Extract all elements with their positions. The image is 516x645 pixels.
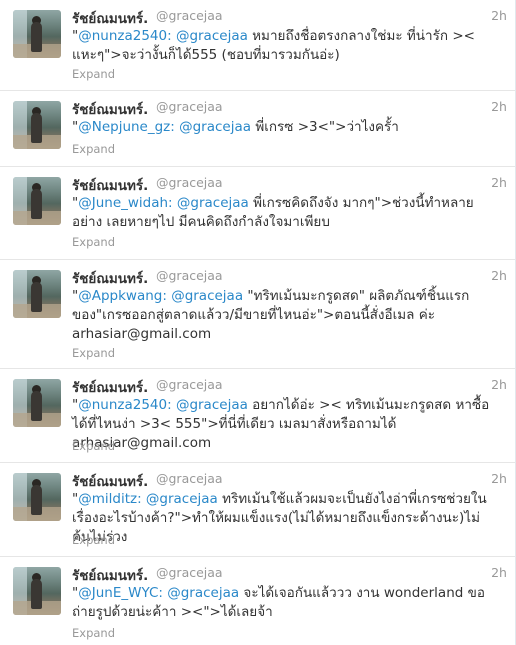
tweet-text: "@JunE_WYC: @gracejaa จะได้เจอกันแล้ววว … xyxy=(72,585,485,620)
tweet-item[interactable]: รัชย์ณมนทร์. @gracejaa 2h "@Appkwang: @g… xyxy=(0,260,515,369)
mention-link[interactable]: @June_widah: @gracejaa xyxy=(78,195,249,211)
fullname[interactable]: รัชย์ณมนทร์. xyxy=(72,174,148,196)
username[interactable]: @gracejaa xyxy=(156,175,223,190)
tweet-header: รัชย์ณมนทร์. @gracejaa 2h xyxy=(72,7,507,27)
tweet-text: "@Appkwang: @gracejaa "ทริทเม้นมะกรูดสด"… xyxy=(72,288,470,342)
timestamp[interactable]: 2h xyxy=(491,175,507,190)
tweet-header: รัชย์ณมนทร์. @gracejaa 2h xyxy=(72,376,507,396)
tweet-item[interactable]: รัชย์ณมนทร์. @gracejaa 2h "@milditz: @gr… xyxy=(0,463,515,557)
expand-link[interactable]: Expand xyxy=(72,626,115,640)
avatar[interactable] xyxy=(13,101,61,149)
mention-link[interactable]: @nunza2540: @gracejaa xyxy=(78,397,248,413)
expand-link[interactable]: Expand xyxy=(72,346,115,360)
tweet-item[interactable]: รัชย์ณมนทร์. @gracejaa 2h "@nunza2540: @… xyxy=(0,0,515,91)
avatar[interactable] xyxy=(13,567,61,615)
tweet-header: รัชย์ณมนทร์. @gracejaa 2h xyxy=(72,174,507,194)
username[interactable]: @gracejaa xyxy=(156,565,223,580)
tweet-header: รัชย์ณมนทร์. @gracejaa 2h xyxy=(72,267,507,287)
username[interactable]: @gracejaa xyxy=(156,99,223,114)
mention-link[interactable]: @JunE_WYC: @gracejaa xyxy=(78,585,239,601)
timestamp[interactable]: 2h xyxy=(491,8,507,23)
timestamp[interactable]: 2h xyxy=(491,99,507,114)
fullname[interactable]: รัชย์ณมนทร์. xyxy=(72,98,148,120)
fullname[interactable]: รัชย์ณมนทร์. xyxy=(72,376,148,398)
tweet-header: รัชย์ณมนทร์. @gracejaa 2h xyxy=(72,564,507,584)
tweet-item[interactable]: รัชย์ณมนทร์. @gracejaa 2h "@Nepjune_gz: … xyxy=(0,91,515,167)
fullname[interactable]: รัชย์ณมนทร์. xyxy=(72,267,148,289)
expand-link[interactable]: Expand xyxy=(72,142,115,156)
tweet-item[interactable]: รัชย์ณมนทร์. @gracejaa 2h "@June_widah: … xyxy=(0,167,515,260)
timestamp[interactable]: 2h xyxy=(491,565,507,580)
mention-link[interactable]: @milditz: @gracejaa xyxy=(78,491,218,507)
avatar[interactable] xyxy=(13,10,61,58)
tweet-text: "@milditz: @gracejaa ทริทเม้นใช้แล้วผมจะ… xyxy=(72,491,487,545)
avatar[interactable] xyxy=(13,473,61,521)
tweet-body: พี่เกรซ >3<">ว่าไงครั้า xyxy=(251,119,399,135)
username[interactable]: @gracejaa xyxy=(156,377,223,392)
tweet-timeline: รัชย์ณมนทร์. @gracejaa 2h "@nunza2540: @… xyxy=(0,0,516,645)
tweet-header: รัชย์ณมนทร์. @gracejaa 2h xyxy=(72,470,507,490)
expand-link[interactable]: Expand xyxy=(72,235,115,249)
timestamp[interactable]: 2h xyxy=(491,471,507,486)
expand-link[interactable]: Expand xyxy=(72,67,115,81)
tweet-text: "@Nepjune_gz: @gracejaa พี่เกรซ >3<">ว่า… xyxy=(72,119,399,135)
username[interactable]: @gracejaa xyxy=(156,268,223,283)
fullname[interactable]: รัชย์ณมนทร์. xyxy=(72,470,148,492)
tweet-item[interactable]: รัชย์ณมนทร์. @gracejaa 2h "@JunE_WYC: @g… xyxy=(0,557,515,645)
username[interactable]: @gracejaa xyxy=(156,8,223,23)
timestamp[interactable]: 2h xyxy=(491,377,507,392)
fullname[interactable]: รัชย์ณมนทร์. xyxy=(72,7,148,29)
avatar[interactable] xyxy=(13,270,61,318)
tweet-text: "@nunza2540: @gracejaa หมายถึงชื่อตรงกลา… xyxy=(72,28,475,63)
tweet-item[interactable]: รัชย์ณมนทร์. @gracejaa 2h "@nunza2540: @… xyxy=(0,369,515,463)
tweet-text: "@June_widah: @gracejaa พี่เกรซคิดถึงจัง… xyxy=(72,195,474,230)
tweet-header: รัชย์ณมนทร์. @gracejaa 2h xyxy=(72,98,507,118)
username[interactable]: @gracejaa xyxy=(156,471,223,486)
expand-link[interactable]: Expand xyxy=(72,533,115,547)
tweet-text: "@nunza2540: @gracejaa อยากได้อ่ะ >< ทริ… xyxy=(72,397,490,451)
expand-link[interactable]: Expand xyxy=(72,439,115,453)
mention-link[interactable]: @Appkwang: @gracejaa xyxy=(78,288,243,304)
fullname[interactable]: รัชย์ณมนทร์. xyxy=(72,564,148,586)
avatar[interactable] xyxy=(13,379,61,427)
mention-link[interactable]: @Nepjune_gz: @gracejaa xyxy=(78,119,251,135)
timestamp[interactable]: 2h xyxy=(491,268,507,283)
avatar[interactable] xyxy=(13,177,61,225)
mention-link[interactable]: @nunza2540: @gracejaa xyxy=(78,28,248,44)
